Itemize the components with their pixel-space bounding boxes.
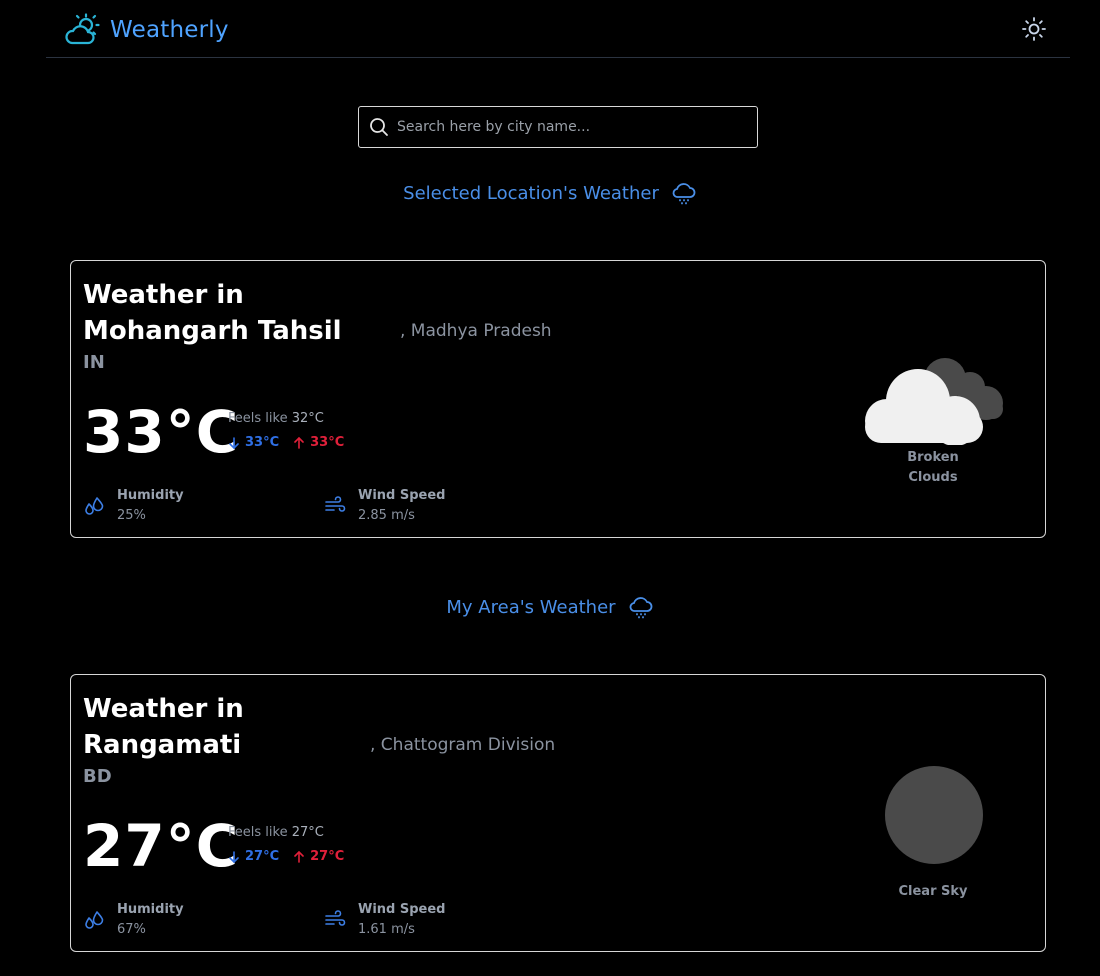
wind-label: Wind Speed [358, 902, 446, 917]
search-icon [370, 118, 388, 136]
weather-condition: Broken Clouds [848, 448, 1018, 488]
arrow-down-icon [229, 850, 239, 863]
wind-stat: Wind Speed 2.85 m/s [324, 487, 446, 527]
feels-like-label: Feels like [228, 411, 288, 426]
humidity-value: 25% [117, 508, 146, 523]
theme-toggle-button[interactable] [1021, 16, 1047, 42]
cloud-sun-icon [65, 13, 100, 45]
search-box [358, 106, 758, 148]
arrow-up-icon [294, 436, 304, 449]
city-name: Rangamati [83, 730, 242, 760]
search-input[interactable] [397, 119, 737, 135]
clear-sky-icon [885, 766, 983, 864]
max-temp: 27°C [293, 849, 344, 864]
feels-like-value: 27°C [291, 825, 324, 840]
arrow-up-icon [294, 850, 304, 863]
region-name: , Madhya Pradesh [400, 321, 552, 341]
current-temperature: 33°C [83, 398, 240, 466]
country-code: BD [83, 766, 112, 787]
max-temp-value: 33°C [310, 435, 345, 450]
droplets-icon [85, 911, 104, 929]
feels-like: Feels like 32°C [228, 411, 324, 426]
min-max-temps: 27°C 27°C [228, 849, 344, 864]
wind-label: Wind Speed [358, 488, 446, 503]
min-temp-value: 33°C [245, 435, 280, 450]
my-area-heading: My Area's Weather [0, 595, 1100, 619]
app-name: Weatherly [110, 17, 229, 43]
wind-value: 2.85 m/s [358, 508, 415, 523]
humidity-stat: Humidity 25% [83, 487, 184, 527]
condition-line: Broken [907, 450, 959, 465]
selected-weather-card: Weather in Mohangarh Tahsil , Madhya Pra… [70, 260, 1046, 538]
humidity-stat: Humidity 67% [83, 901, 184, 941]
min-temp-value: 27°C [245, 849, 280, 864]
max-temp-value: 27°C [310, 849, 345, 864]
region-name: , Chattogram Division [370, 735, 556, 755]
section-title-text: My Area's Weather [446, 596, 616, 618]
feels-like: Feels like 27°C [228, 825, 324, 840]
arrow-down-icon [229, 436, 239, 449]
min-temp: 33°C [228, 435, 279, 450]
cloud-rain-icon [672, 183, 696, 205]
broken-clouds-icon [865, 358, 1003, 445]
droplets-icon [85, 497, 104, 515]
city-name: Mohangarh Tahsil [83, 316, 342, 346]
humidity-label: Humidity [117, 902, 184, 917]
sun-icon [1022, 17, 1046, 41]
country-code: IN [83, 352, 105, 373]
location-title: Weather in Rangamati [83, 691, 383, 763]
title-line: Weather in [83, 694, 244, 724]
condition-line: Clouds [908, 470, 958, 485]
current-temperature: 27°C [83, 812, 240, 880]
min-max-temps: 33°C 33°C [228, 435, 344, 450]
wind-icon [325, 496, 346, 512]
humidity-label: Humidity [117, 488, 184, 503]
wind-value: 1.61 m/s [358, 922, 415, 937]
feels-like-label: Feels like [228, 825, 288, 840]
my-area-weather-card: Weather in Rangamati , Chattogram Divisi… [70, 674, 1046, 952]
min-temp: 27°C [228, 849, 279, 864]
humidity-value: 67% [117, 922, 146, 937]
max-temp: 33°C [293, 435, 344, 450]
selected-location-heading: Selected Location's Weather [0, 181, 1100, 205]
brand[interactable]: Weatherly [64, 13, 229, 47]
location-title: Weather in Mohangarh Tahsil [83, 277, 383, 349]
weather-condition: Clear Sky [898, 884, 968, 899]
section-title-text: Selected Location's Weather [403, 182, 659, 204]
app-header: Weatherly [46, 0, 1070, 58]
title-line: Weather in [83, 280, 244, 310]
feels-like-value: 32°C [291, 411, 324, 426]
cloud-rain-icon [629, 597, 652, 619]
wind-stat: Wind Speed 1.61 m/s [324, 901, 446, 941]
wind-icon [325, 910, 346, 926]
